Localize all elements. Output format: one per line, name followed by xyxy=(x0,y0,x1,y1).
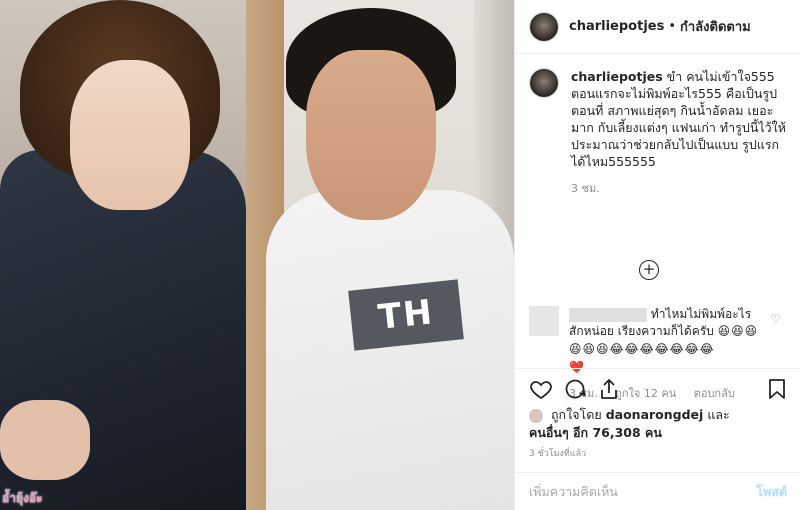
shirt xyxy=(266,190,514,510)
comment-emojis-1: 😆😆😆 xyxy=(717,324,759,338)
post-side-panel: charliepotjes • กำลังติดตาม charliepotje… xyxy=(514,0,800,510)
face xyxy=(306,50,436,220)
photo-left: อ้ำยุ้งอ๊ะ xyxy=(0,0,246,510)
likes-summary: ถูกใจโดย daonarongdej และ คนอื่นๆ อีก 76… xyxy=(529,406,779,442)
face xyxy=(70,60,190,210)
caption: charliepotjes ขำ คนไม่เข้าใจ555 ตอนแรกจะ… xyxy=(529,68,786,197)
likes-and: และ xyxy=(707,407,730,422)
comment-icon[interactable] xyxy=(563,377,587,401)
action-bar xyxy=(515,368,800,409)
caption-text: ขำ คนไม่เข้าใจ555 ตอนแรกจะไม่พิมพ์อะไร55… xyxy=(571,69,787,169)
add-comment-bar: เพิ่มความคิดเห็น โพสต์ xyxy=(515,472,800,510)
separator-dot: • xyxy=(668,19,677,34)
caption-time: 3 ชม. xyxy=(571,182,600,195)
photo-right: TH xyxy=(246,0,514,510)
comment-avatar[interactable] xyxy=(529,306,559,336)
post-header: charliepotjes • กำลังติดตาม xyxy=(515,0,800,54)
likes-prefix: ถูกใจโดย xyxy=(550,407,602,422)
comment-emojis-2: 😆😆😆😂😂😂😂😂😂😂 xyxy=(569,342,715,356)
hand xyxy=(0,400,90,480)
post-timestamp[interactable]: 3 ชั่วโมงที่แล้ว xyxy=(529,446,586,460)
heart-outline-icon[interactable]: ♡ xyxy=(770,312,781,326)
share-icon[interactable] xyxy=(597,377,621,401)
liker-avatar[interactable] xyxy=(529,408,543,423)
caption-body: charliepotjes ขำ คนไม่เข้าใจ555 ตอนแรกจะ… xyxy=(571,68,786,197)
shirt-print: TH xyxy=(348,279,464,351)
bookmark-icon[interactable] xyxy=(765,377,789,401)
avatar[interactable] xyxy=(529,11,559,42)
liker-username[interactable]: daonarongdej xyxy=(606,407,704,422)
plus-circle-icon[interactable]: + xyxy=(639,260,659,280)
caption-username[interactable]: charliepotjes xyxy=(571,69,663,84)
header-username[interactable]: charliepotjes xyxy=(569,19,664,34)
comments-section: charliepotjes ขำ คนไม่เข้าใจ555 ตอนแรกจะ… xyxy=(515,54,800,400)
post-image[interactable]: อ้ำยุ้งอ๊ะ TH xyxy=(0,0,514,510)
comment-username-blurred xyxy=(569,307,647,322)
post-comment-button[interactable]: โพสต์ xyxy=(756,482,787,502)
following-button[interactable]: กำลังติดตาม xyxy=(680,16,751,37)
likes-others[interactable]: คนอื่นๆ อีก 76,308 คน xyxy=(529,425,662,440)
caption-avatar[interactable] xyxy=(529,68,559,98)
image-watermark: อ้ำยุ้งอ๊ะ xyxy=(2,491,43,505)
comment-input[interactable]: เพิ่มความคิดเห็น xyxy=(529,482,618,502)
heart-icon[interactable] xyxy=(529,377,553,401)
